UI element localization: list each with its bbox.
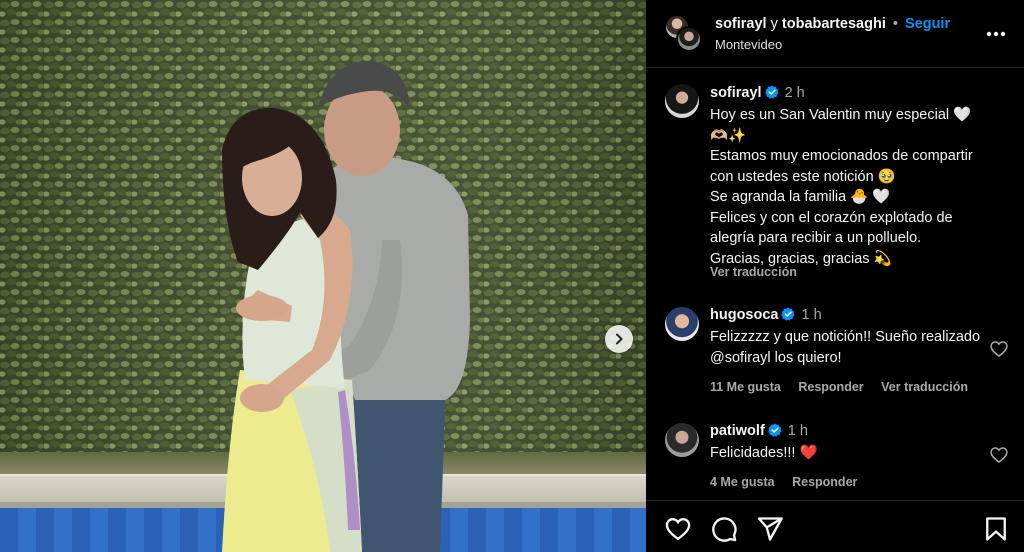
reply-button[interactable]: Responder (792, 475, 857, 489)
comment-text: Felicidades!!! ❤️ (710, 445, 818, 461)
conjunction-text: y (770, 16, 778, 32)
post-photo[interactable] (0, 0, 646, 552)
collab-avatars[interactable] (664, 14, 704, 54)
username-link[interactable]: patiwolf (710, 423, 765, 439)
caption-text: Hoy es un San Valentin muy especial 🤍 🫶🏼… (710, 105, 1000, 269)
comment-meta: 4 Me gusta Responder (710, 475, 871, 489)
separator-dot: • (892, 16, 898, 32)
more-options-button[interactable] (984, 22, 1008, 46)
caption-line: Hoy es un San Valentin muy especial 🤍 (710, 107, 972, 123)
comment-header: patiwolf 1 h (710, 423, 808, 439)
heart-icon[interactable] (664, 515, 692, 543)
verified-badge-icon (781, 307, 795, 321)
likes-count[interactable]: 4 Me gusta (710, 475, 775, 489)
send-icon[interactable] (756, 515, 784, 543)
timestamp: 1 h (801, 307, 822, 323)
comment-header: hugosoca 1 h (710, 307, 822, 323)
caption-line: Estamos muy emocionados de compartir con… (710, 148, 973, 185)
caption-header: sofirayl 2 h (710, 85, 805, 101)
username-link[interactable]: sofirayl (715, 16, 767, 32)
post-header: sofirayl y tobabartesaghi • Seguir Monte… (646, 0, 1024, 68)
chevron-right-icon (616, 333, 623, 345)
comment-text: Felizzzzz y que notición!! Sueño realiza… (710, 329, 981, 366)
follow-button[interactable]: Seguir (905, 16, 950, 32)
reply-button[interactable]: Responder (798, 380, 863, 394)
username-link[interactable]: hugosoca (710, 307, 778, 323)
caption-line: Se agranda la familia 🐣 🤍 (710, 189, 891, 205)
post-sidebar: sofirayl y tobabartesaghi • Seguir Monte… (646, 0, 1024, 552)
timestamp: 2 h (784, 85, 805, 101)
heart-icon[interactable] (989, 339, 1009, 359)
couple-figures (222, 61, 470, 552)
post-actions-bar (646, 500, 1024, 552)
caption-line: Felices y con el corazón explotado de al… (710, 209, 953, 247)
likes-count[interactable]: 11 Me gusta (710, 380, 781, 394)
avatar[interactable] (676, 26, 702, 52)
bookmark-icon[interactable] (982, 515, 1010, 543)
username-link[interactable]: tobabartesaghi (782, 16, 886, 32)
comment-icon[interactable] (710, 515, 738, 543)
avatar[interactable] (665, 84, 699, 118)
more-options-icon (986, 31, 1006, 37)
collab-usernames: sofirayl y tobabartesaghi • Seguir (715, 16, 950, 32)
avatar[interactable] (665, 423, 699, 457)
username-link[interactable]: sofirayl (710, 85, 762, 101)
avatar[interactable] (665, 307, 699, 341)
see-translation-link[interactable]: Ver traducción (881, 380, 968, 394)
verified-badge-icon (764, 85, 779, 99)
comment-meta: 11 Me gusta Responder Ver traducción (710, 380, 982, 394)
see-translation-link[interactable]: Ver traducción (710, 265, 797, 279)
location-link[interactable]: Montevideo (715, 37, 782, 52)
timestamp: 1 h (787, 423, 808, 439)
heart-icon[interactable] (989, 445, 1009, 465)
next-photo-button[interactable] (605, 325, 633, 353)
verified-badge-icon (768, 423, 782, 437)
caption-line: 🫶🏼✨ (710, 127, 747, 144)
